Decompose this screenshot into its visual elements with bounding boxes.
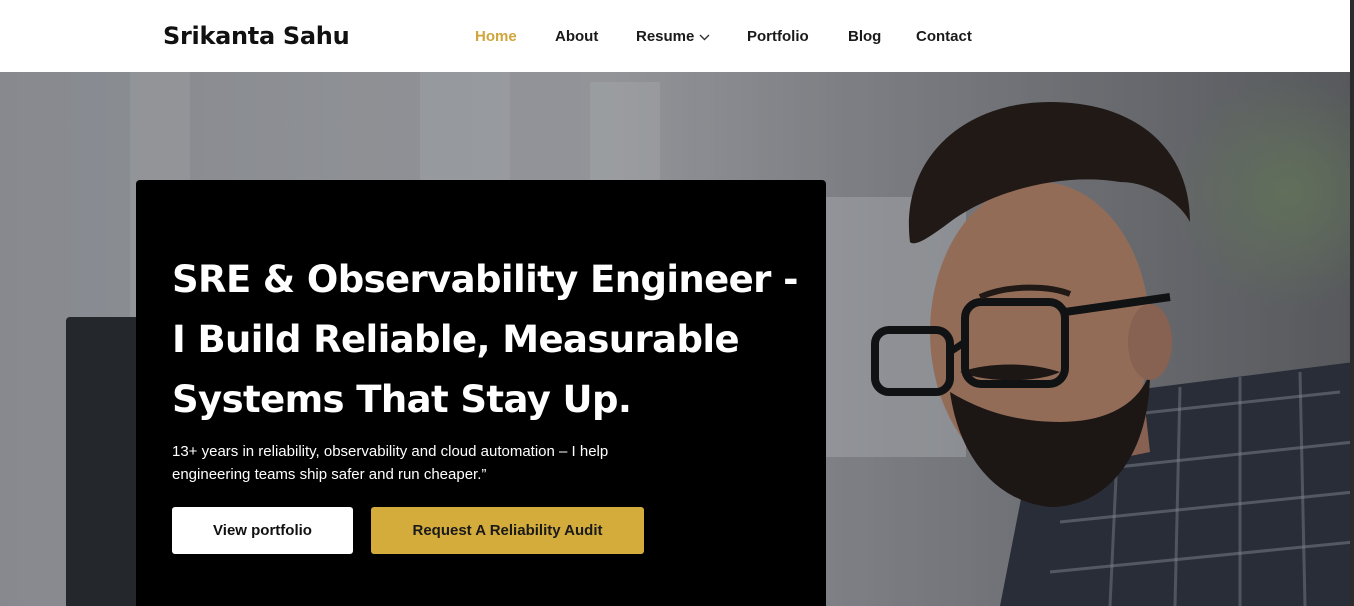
nav-item-contact[interactable]: Contact [916,27,972,47]
nav-item-home[interactable]: Home [475,27,517,47]
nav-item-portfolio[interactable]: Portfolio [747,27,809,47]
site-header: Srikanta Sahu Home About Resume Portfoli… [0,0,1354,72]
request-audit-button[interactable]: Request A Reliability Audit [371,507,644,554]
hero-subtext-line-2: engineering teams ship safer and run che… [172,466,487,483]
hero-subtext-line-1: 13+ years in reliability, observability … [172,443,609,460]
scrollbar[interactable] [1350,0,1354,606]
hero-card: SRE & Observability Engineer - I Build R… [136,180,826,606]
chevron-down-icon [699,27,710,47]
hero-headline-line-2: I Build Reliable, Measurable [172,318,740,361]
nav-item-resume-label: Resume [636,28,695,45]
hero-headline: SRE & Observability Engineer - I Build R… [172,250,812,430]
nav-item-blog[interactable]: Blog [848,27,881,47]
nav-item-about[interactable]: About [555,27,598,47]
hero-headline-line-1: SRE & Observability Engineer - [172,258,798,301]
view-portfolio-button[interactable]: View portfolio [172,507,353,554]
site-logo[interactable]: Srikanta Sahu [163,22,350,50]
hero-headline-line-3: Systems That Stay Up. [172,378,632,421]
nav-item-resume[interactable]: Resume [636,27,710,47]
hero-subtext: 13+ years in reliability, observability … [172,440,672,486]
